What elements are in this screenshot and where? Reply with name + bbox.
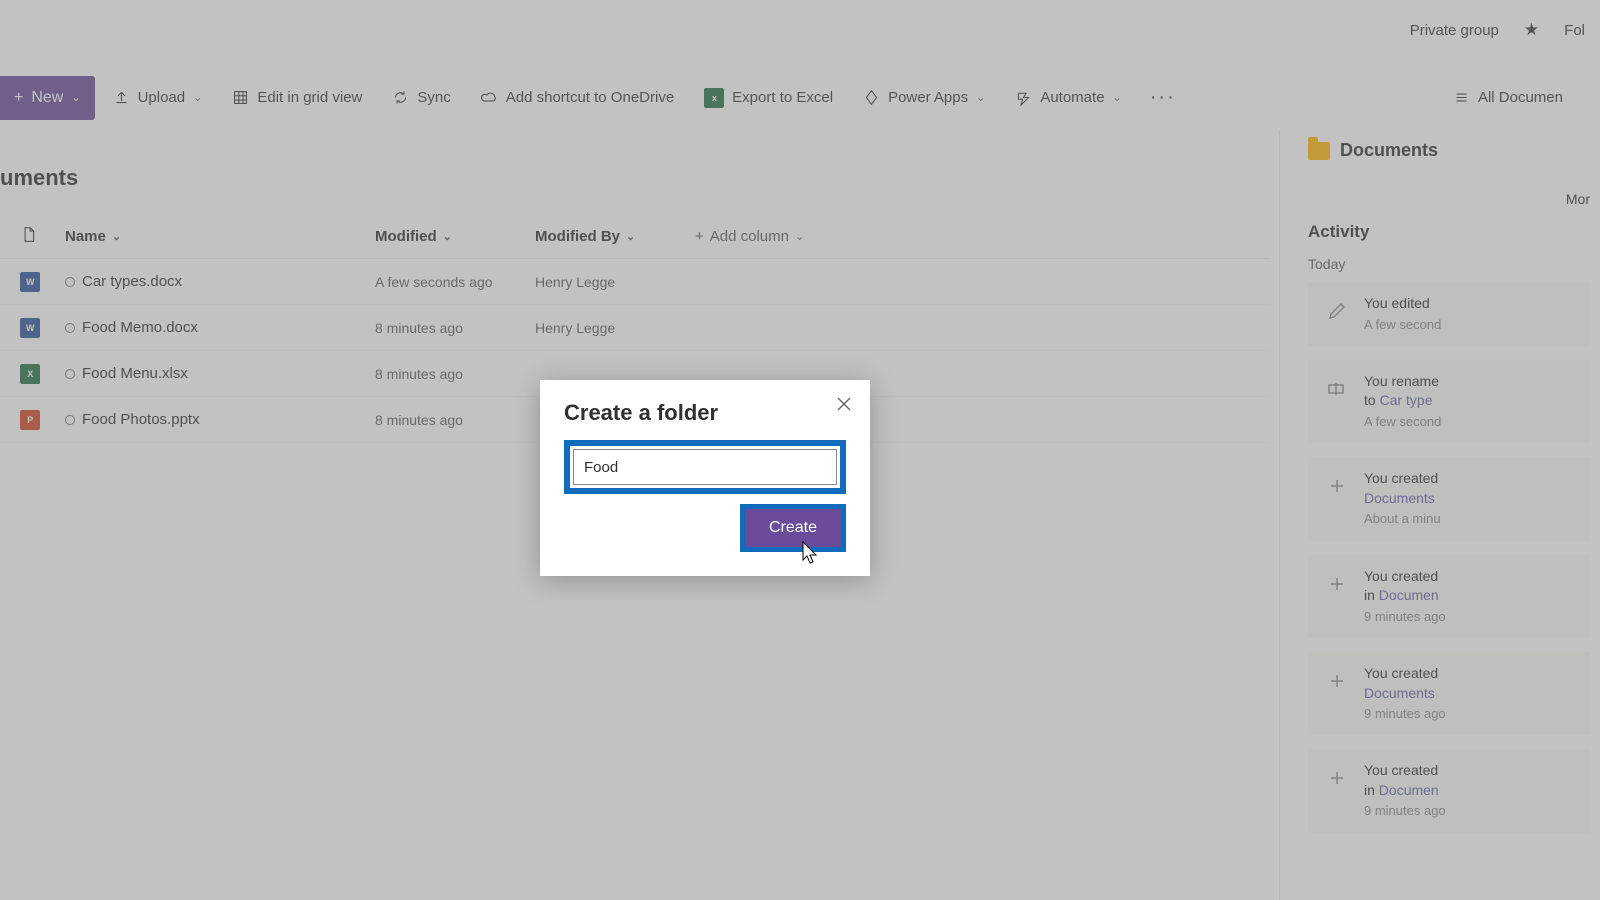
create-button[interactable]: Create bbox=[745, 509, 841, 547]
create-folder-dialog: Create a folder Create bbox=[540, 380, 870, 576]
cursor-icon bbox=[800, 540, 820, 566]
dialog-title: Create a folder bbox=[564, 400, 846, 426]
name-field-highlight bbox=[564, 440, 846, 494]
create-button-highlight: Create bbox=[740, 504, 846, 552]
folder-name-input[interactable] bbox=[573, 449, 837, 485]
close-icon[interactable] bbox=[834, 394, 854, 414]
